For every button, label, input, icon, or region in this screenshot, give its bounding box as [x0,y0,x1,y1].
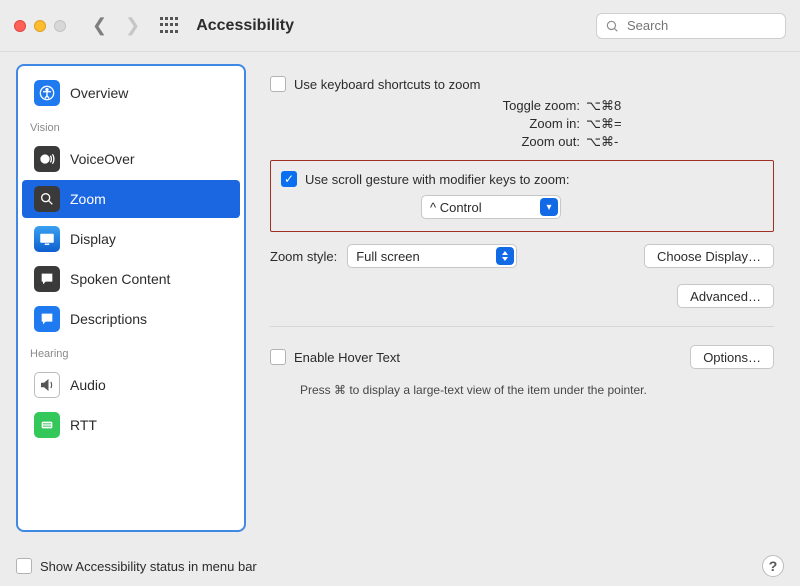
display-icon [34,226,60,252]
shortcut-list: Toggle zoom: ⌥⌘8 Zoom in: ⌥⌘= Zoom out: … [440,98,774,150]
scroll-gesture-highlight: Use scroll gesture with modifier keys to… [270,160,774,232]
sidebar-item-rtt[interactable]: RTT [22,406,240,444]
footer: Show Accessibility status in menu bar ? [0,546,800,586]
spoken-content-icon [34,266,60,292]
zoom-icon [34,186,60,212]
sidebar-item-label: Display [70,231,116,247]
detail-pane: Use keyboard shortcuts to zoom Toggle zo… [260,64,784,532]
shortcut-toggle-label: Toggle zoom: [440,98,580,114]
scroll-gesture-label: Use scroll gesture with modifier keys to… [305,172,569,187]
sidebar-section-vision: Vision [18,114,244,138]
nav-arrows: ❮ ❯ [92,15,140,36]
sidebar-item-display[interactable]: Display [22,220,240,258]
back-button[interactable]: ❮ [92,15,107,36]
shortcut-toggle-keys: ⌥⌘8 [586,98,774,114]
window-title: Accessibility [196,17,294,35]
window-controls [14,20,66,32]
search-input[interactable] [625,17,777,34]
voiceover-icon [34,146,60,172]
sidebar-item-overview[interactable]: Overview [22,74,240,112]
menu-bar-status-checkbox[interactable] [16,558,32,574]
hover-text-checkbox[interactable] [270,349,286,365]
window-titlebar: ❮ ❯ Accessibility [0,0,800,52]
chevron-down-icon: ▾ [540,198,558,216]
zoom-style-value: Full screen [356,249,420,264]
search-field[interactable] [596,13,786,39]
separator [270,326,774,327]
minimize-window-button[interactable] [34,20,46,32]
zoom-style-label: Zoom style: [270,249,337,264]
sidebar-item-label: RTT [70,417,97,433]
sidebar-item-zoom[interactable]: Zoom [22,180,240,218]
scroll-gesture-checkbox[interactable] [281,171,297,187]
kb-shortcuts-row: Use keyboard shortcuts to zoom [270,72,774,96]
shortcut-out-keys: ⌥⌘- [586,134,774,150]
scroll-modifier-select[interactable]: ^ Control ▾ [421,195,561,219]
close-window-button[interactable] [14,20,26,32]
sidebar-item-spoken-content[interactable]: Spoken Content [22,260,240,298]
kb-shortcuts-label: Use keyboard shortcuts to zoom [294,77,480,92]
sidebar-item-label: Audio [70,377,106,393]
sidebar-item-label: Spoken Content [70,271,170,287]
help-button[interactable]: ? [762,555,784,577]
choose-display-button[interactable]: Choose Display… [644,244,774,268]
menu-bar-status-label: Show Accessibility status in menu bar [40,559,257,574]
kb-shortcuts-checkbox[interactable] [270,76,286,92]
sidebar-section-hearing: Hearing [18,340,244,364]
scroll-modifier-value: ^ Control [430,200,482,215]
show-all-prefs-button[interactable] [160,17,178,35]
sidebar-item-audio[interactable]: Audio [22,366,240,404]
updown-caret-icon [496,247,514,265]
advanced-button[interactable]: Advanced… [677,284,774,308]
sidebar: Overview Vision VoiceOver Zoom Display [16,64,246,532]
sidebar-item-descriptions[interactable]: Descriptions [22,300,240,338]
search-icon [605,19,619,33]
forward-button[interactable]: ❯ [125,15,140,36]
sidebar-item-label: Zoom [70,191,106,207]
sidebar-item-voiceover[interactable]: VoiceOver [22,140,240,178]
shortcut-out-label: Zoom out: [440,134,580,150]
sidebar-item-label: VoiceOver [70,151,135,167]
hover-options-button[interactable]: Options… [690,345,774,369]
rtt-icon [34,412,60,438]
sidebar-item-label: Overview [70,85,128,101]
hover-text-label: Enable Hover Text [294,350,400,365]
shortcut-in-label: Zoom in: [440,116,580,132]
accessibility-icon [34,80,60,106]
zoom-style-select[interactable]: Full screen [347,244,517,268]
sidebar-item-label: Descriptions [70,311,147,327]
zoom-window-button[interactable] [54,20,66,32]
descriptions-icon [34,306,60,332]
shortcut-in-keys: ⌥⌘= [586,116,774,132]
audio-icon [34,372,60,398]
hover-hint: Press ⌘ to display a large-text view of … [300,383,774,397]
